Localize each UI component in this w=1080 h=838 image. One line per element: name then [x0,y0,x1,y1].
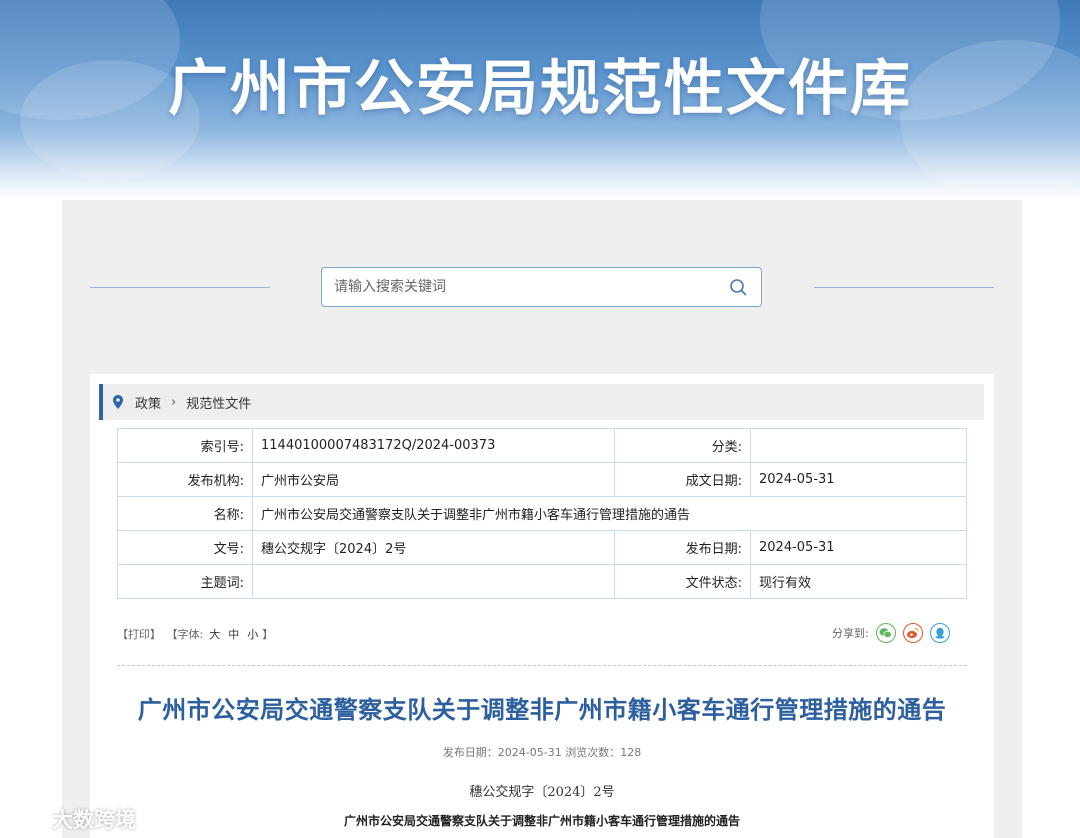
share-label: 分享到: [832,627,869,640]
article-body-heading: 广州市公安局交通警察支队关于调整非广州市籍小客车通行管理措施的通告 [343,814,740,828]
qq-icon[interactable] [929,623,950,643]
article-title: 广州市公安局交通警察支队关于调整非广州市籍小客车通行管理措施的通告 [137,696,947,724]
font-large-button[interactable]: 大 [209,628,220,641]
table-row: 名称: 广州市公安局交通警察支队关于调整非广州市籍小客车通行管理措施的通告 [117,496,967,531]
document-metadata-table: 索引号: 11440100007483172Q/2024-00373 分类: 发… [117,428,967,599]
search-bar [321,267,762,307]
share-bar: 分享到: [832,622,950,644]
publish-date-label: 发布日期: [614,530,751,565]
wechat-icon[interactable] [875,623,896,643]
font-size-prefix: 【字体: [166,628,204,641]
index-value: 11440100007483172Q/2024-00373 [252,428,615,463]
search-input[interactable] [334,268,714,306]
name-label: 名称: [117,496,253,531]
search-divider-left [90,287,270,288]
location-pin-icon [113,395,123,409]
article-doc-number: 穗公交规字〔2024〕2号 [469,785,615,800]
keywords-label: 主题词: [117,564,253,599]
doc-number-value: 穗公交规字〔2024〕2号 [252,530,615,565]
weibo-icon[interactable] [902,623,923,643]
publisher-label: 发布机构: [117,462,253,497]
article-tools: 【打印】 【字体: 大中小】 [117,626,275,642]
doc-number-label: 文号: [117,530,253,565]
breadcrumb-item-policy[interactable]: 政策 [135,393,161,412]
header-banner: 广州市公安局规范性文件库 [0,0,1080,200]
table-row: 文号: 穗公交规字〔2024〕2号 发布日期: 2024-05-31 [117,530,967,565]
status-value: 现行有效 [750,564,967,599]
font-medium-button[interactable]: 中 [228,628,239,641]
publisher-value: 广州市公安局 [252,462,615,497]
font-small-button[interactable]: 小 [247,628,258,641]
print-button[interactable]: 【打印】 [117,628,161,641]
category-value [750,428,967,463]
table-row: 索引号: 11440100007483172Q/2024-00373 分类: [117,428,967,463]
created-date-value: 2024-05-31 [750,462,967,497]
name-value: 广州市公安局交通警察支队关于调整非广州市籍小客车通行管理措施的通告 [252,496,967,531]
article-publish-info: 发布日期：2024-05-31 浏览次数：128 [442,746,642,759]
search-divider-right [814,287,994,288]
site-title: 广州市公安局规范性文件库 [168,54,912,124]
divider [117,665,967,666]
created-date-label: 成文日期: [614,462,751,497]
table-row: 发布机构: 广州市公安局 成文日期: 2024-05-31 [117,462,967,497]
breadcrumb-item-normative-docs[interactable]: 规范性文件 [186,393,251,412]
breadcrumb: 政策 › 规范性文件 [99,384,984,420]
watermark-text: 大数跨境 [52,808,136,832]
keywords-value [252,564,615,599]
category-label: 分类: [614,428,751,463]
search-icon[interactable] [729,278,747,296]
watermark: 大数跨境 [8,804,136,834]
table-row: 主题词: 文件状态: 现行有效 [117,564,967,599]
status-label: 文件状态: [614,564,751,599]
index-label: 索引号: [117,428,253,463]
watermark-logo-icon [10,807,45,830]
publish-date-value: 2024-05-31 [750,530,967,565]
chevron-right-icon: › [171,394,177,410]
font-size-suffix: 】 [262,628,274,641]
